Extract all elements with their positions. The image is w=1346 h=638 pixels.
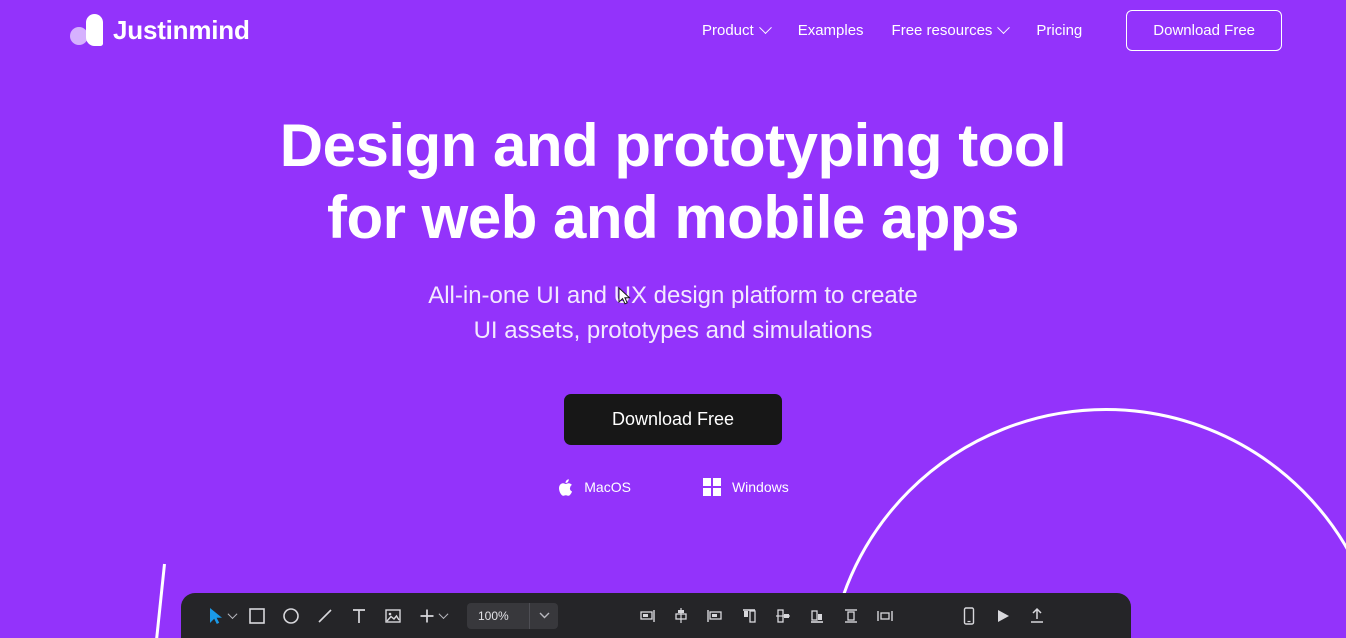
nav-item-pricing[interactable]: Pricing bbox=[1022, 16, 1096, 45]
chevron-down-icon bbox=[997, 20, 1011, 34]
logo-leaf-shape bbox=[86, 14, 103, 46]
hero-section: Design and prototyping tool for web and … bbox=[0, 110, 1346, 497]
distribute-horizontal-icon[interactable] bbox=[868, 601, 902, 631]
nav-item-free-resources[interactable]: Free resources bbox=[878, 16, 1023, 45]
preview-tools-group bbox=[952, 601, 1054, 631]
nav-item-label: Examples bbox=[797, 21, 864, 39]
device-preview-icon[interactable] bbox=[952, 601, 986, 631]
line-icon[interactable] bbox=[308, 601, 342, 631]
nav-item-label: Product bbox=[701, 21, 754, 39]
align-center-horizontal-icon[interactable] bbox=[664, 601, 698, 631]
decorative-line bbox=[154, 563, 166, 638]
cta-container: Download Free bbox=[0, 393, 1346, 445]
share-upload-icon[interactable] bbox=[1020, 601, 1054, 631]
square-icon[interactable] bbox=[240, 601, 274, 631]
image-icon[interactable] bbox=[376, 601, 410, 631]
platform-label: Windows bbox=[731, 479, 789, 496]
brand-name: Justinmind bbox=[113, 14, 250, 45]
zoom-level-value: 100% bbox=[478, 608, 509, 623]
headline-line-1: Design and prototyping tool bbox=[279, 112, 1067, 179]
nav-item-examples[interactable]: Examples bbox=[784, 16, 878, 45]
nav-item-label: Free resources bbox=[891, 21, 993, 39]
platform-label: MacOS bbox=[584, 479, 631, 496]
hero-download-button[interactable]: Download Free bbox=[563, 393, 783, 445]
play-simulate-icon[interactable] bbox=[986, 601, 1020, 631]
align-middle-vertical-icon[interactable] bbox=[766, 601, 800, 631]
justinmind-logo-icon bbox=[70, 12, 104, 48]
align-bottom-icon[interactable] bbox=[800, 601, 834, 631]
platform-option-macos[interactable]: MacOS bbox=[557, 478, 631, 497]
nav-item-label: Pricing bbox=[1036, 21, 1083, 39]
app-mockup-toolbar: 100% bbox=[181, 593, 1131, 638]
page-title: Design and prototyping tool for web and … bbox=[0, 110, 1346, 254]
chevron-down-icon bbox=[758, 20, 772, 34]
align-left-icon[interactable] bbox=[698, 601, 732, 631]
platform-selector: MacOS Windows bbox=[0, 478, 1346, 497]
text-icon[interactable] bbox=[342, 601, 376, 631]
alignment-tools-group bbox=[630, 601, 902, 631]
main-navigation: Product Examples Free resources Pricing … bbox=[688, 9, 1282, 51]
platform-option-windows[interactable]: Windows bbox=[702, 478, 789, 497]
align-top-icon[interactable] bbox=[732, 601, 766, 631]
hero-subtitle: All-in-one UI and UX design platform to … bbox=[0, 279, 1346, 349]
subtitle-line-2: UI assets, prototypes and simulations bbox=[473, 316, 873, 344]
nav-item-product[interactable]: Product bbox=[688, 16, 784, 45]
align-right-icon[interactable] bbox=[630, 601, 664, 631]
drawing-tools-group: 100% bbox=[199, 601, 558, 631]
distribute-vertical-icon[interactable] bbox=[834, 601, 868, 631]
circle-icon[interactable] bbox=[274, 601, 308, 631]
zoom-level-control[interactable]: 100% bbox=[467, 602, 558, 629]
windows-icon bbox=[702, 478, 721, 497]
plus-icon[interactable] bbox=[410, 601, 444, 631]
brand-logo[interactable]: Justinmind bbox=[70, 12, 250, 48]
header-download-button[interactable]: Download Free bbox=[1126, 9, 1282, 51]
apple-icon bbox=[557, 478, 573, 497]
subtitle-line-1: All-in-one UI and UX design platform to … bbox=[428, 282, 918, 309]
site-header: Justinmind Product Examples Free resourc… bbox=[0, 0, 1346, 60]
zoom-dropdown-chevron-icon[interactable] bbox=[530, 603, 558, 629]
headline-line-2: for web and mobile apps bbox=[327, 184, 1019, 251]
cursor-icon[interactable] bbox=[199, 601, 233, 631]
